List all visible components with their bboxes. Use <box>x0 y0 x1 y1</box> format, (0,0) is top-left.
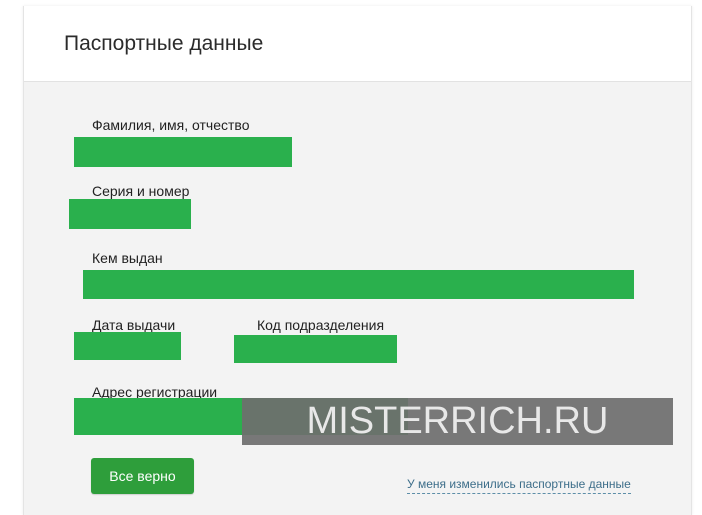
passport-changed-link[interactable]: У меня изменились паспортные данные <box>407 477 631 494</box>
card-header: Паспортные данные <box>24 6 691 82</box>
issued-by-value-redacted <box>83 270 634 299</box>
passport-data-card: Паспортные данные Фамилия, имя, отчество… <box>23 6 692 515</box>
series-number-label: Серия и номер <box>92 183 190 199</box>
subdivision-code-value-redacted <box>234 335 397 363</box>
full-name-label: Фамилия, имя, отчество <box>92 117 250 133</box>
full-name-value-redacted <box>74 137 292 167</box>
issued-by-label: Кем выдан <box>92 250 163 266</box>
series-number-value-redacted <box>69 199 191 229</box>
issue-date-label: Дата выдачи <box>92 317 176 333</box>
subdivision-code-label: Код подразделения <box>257 317 385 333</box>
page-title: Паспортные данные <box>64 32 264 55</box>
issue-date-value-redacted <box>74 332 181 360</box>
confirm-button[interactable]: Все верно <box>91 458 194 494</box>
watermark: MISTERRICH.RU <box>242 398 673 445</box>
